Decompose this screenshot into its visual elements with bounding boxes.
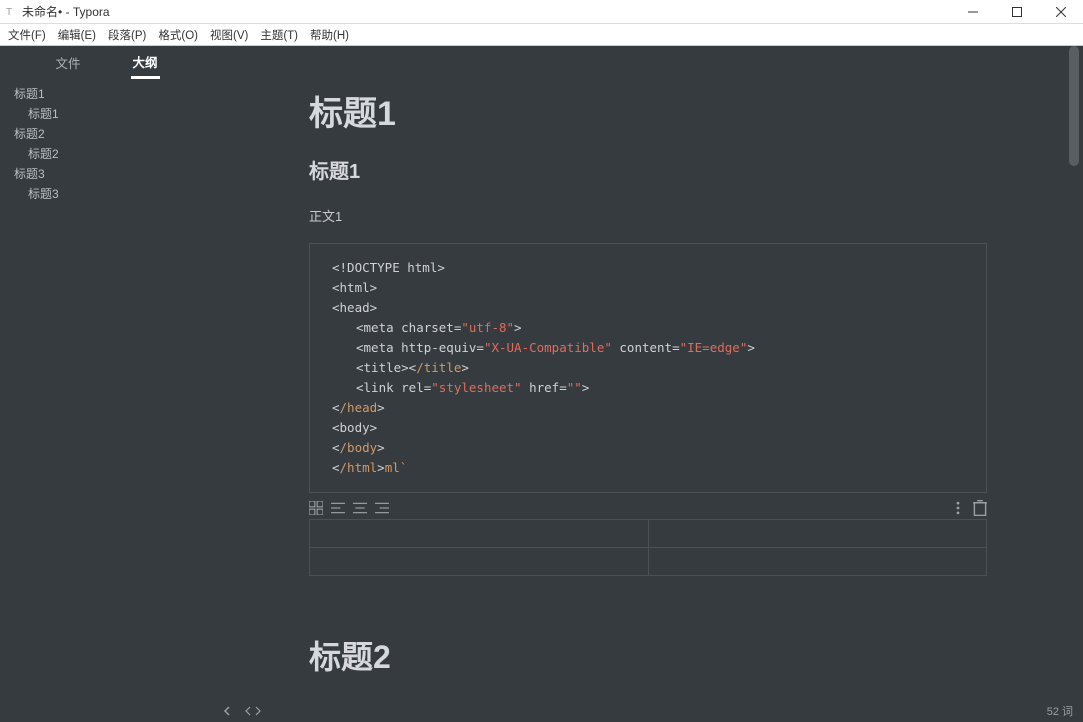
minimize-button[interactable]	[951, 0, 995, 24]
code-line: <html>	[332, 278, 964, 298]
menu-paragraph[interactable]: 段落(P)	[108, 27, 146, 43]
editor[interactable]: 标题1 标题1 正文1 <!DOCTYPE html> <html> <head…	[213, 46, 1083, 722]
code-line: <meta http-equiv="X-UA-Compatible" conte…	[332, 338, 964, 358]
scrollbar[interactable]	[1067, 46, 1081, 722]
code-line: <body>	[332, 418, 964, 438]
code-line: </body>	[332, 438, 964, 458]
outline-item[interactable]: 标题1	[14, 84, 213, 104]
table-cell[interactable]	[648, 520, 987, 548]
align-left-icon[interactable]	[331, 502, 345, 514]
sidebar-tabs: 文件 大纲	[0, 46, 213, 78]
code-line: <!DOCTYPE html>	[332, 258, 964, 278]
code-line: <head>	[332, 298, 964, 318]
table-cell[interactable]	[310, 520, 649, 548]
table-cell[interactable]	[648, 548, 987, 576]
outline-item[interactable]: 标题2	[14, 124, 213, 144]
trash-icon[interactable]	[973, 502, 987, 514]
window-title: 未命名• - Typora	[22, 3, 110, 20]
table-toolbar	[309, 499, 987, 517]
menu-file[interactable]: 文件(F)	[8, 27, 46, 43]
window-controls	[951, 0, 1083, 24]
code-line: <title></title>	[332, 358, 964, 378]
scrollbar-thumb[interactable]	[1069, 46, 1079, 166]
more-icon[interactable]	[951, 502, 965, 514]
code-line: </html>ml`	[332, 458, 964, 478]
align-right-icon[interactable]	[375, 502, 389, 514]
heading-1[interactable]: 标题1	[309, 86, 987, 135]
code-line: <link rel="stylesheet" href="">	[332, 378, 964, 398]
editor-table[interactable]	[309, 519, 987, 576]
code-line: </head>	[332, 398, 964, 418]
paragraph[interactable]: 正文1	[309, 206, 987, 225]
outline-item[interactable]: 标题3	[14, 164, 213, 184]
table-cell[interactable]	[310, 548, 649, 576]
menu-help[interactable]: 帮助(H)	[310, 27, 349, 43]
close-button[interactable]	[1039, 0, 1083, 24]
source-mode-icon[interactable]	[245, 706, 261, 716]
table-resize-icon[interactable]	[309, 502, 323, 514]
code-line: <meta charset="utf-8">	[332, 318, 964, 338]
maximize-button[interactable]	[995, 0, 1039, 24]
menu-theme[interactable]: 主题(T)	[260, 27, 298, 43]
heading-2[interactable]: 标题1	[309, 155, 987, 184]
outline-item[interactable]: 标题3	[14, 184, 213, 204]
tab-files[interactable]: 文件	[53, 47, 82, 77]
statusbar: 52 词	[213, 700, 1083, 722]
app-icon: T	[6, 7, 16, 17]
menu-view[interactable]: 视图(V)	[210, 27, 248, 43]
code-fence[interactable]: <!DOCTYPE html> <html> <head> <meta char…	[309, 243, 987, 493]
align-center-icon[interactable]	[353, 502, 367, 514]
menu-format[interactable]: 格式(O)	[158, 27, 198, 43]
window-titlebar: T 未命名• - Typora	[0, 0, 1083, 24]
menu-edit[interactable]: 编辑(E)	[58, 27, 96, 43]
heading-1[interactable]: 标题2	[309, 632, 987, 678]
menubar: 文件(F) 编辑(E) 段落(P) 格式(O) 视图(V) 主题(T) 帮助(H…	[0, 24, 1083, 46]
sidebar: 文件 大纲 标题1 标题1 标题2 标题2 标题3 标题3	[0, 46, 213, 722]
outline-item[interactable]: 标题2	[14, 144, 213, 164]
table-row	[310, 548, 987, 576]
outline-panel: 标题1 标题1 标题2 标题2 标题3 标题3	[0, 78, 213, 204]
tab-outline[interactable]: 大纲	[131, 46, 160, 79]
sidebar-toggle-icon[interactable]	[223, 706, 233, 716]
table-row	[310, 520, 987, 548]
outline-item[interactable]: 标题1	[14, 104, 213, 124]
word-count[interactable]: 52 词	[1047, 703, 1073, 719]
